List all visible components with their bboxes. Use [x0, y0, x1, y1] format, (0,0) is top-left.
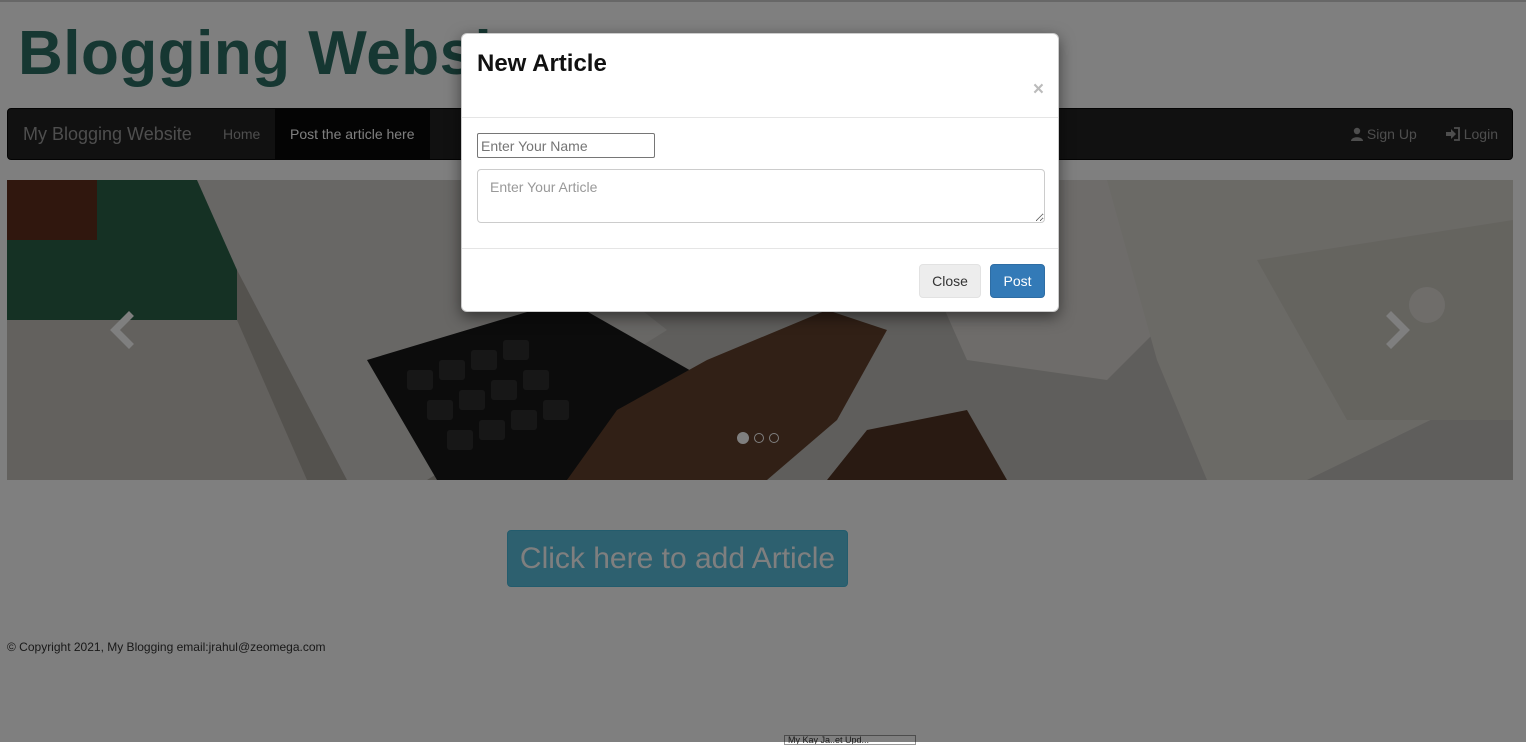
- name-input[interactable]: [477, 133, 655, 158]
- close-button[interactable]: Close: [919, 264, 981, 298]
- new-article-modal: New Article × Close Post: [461, 33, 1059, 312]
- modal-title: New Article: [477, 50, 607, 77]
- close-icon[interactable]: ×: [1033, 80, 1044, 100]
- modal-header: New Article ×: [462, 34, 1058, 118]
- post-button[interactable]: Post: [990, 264, 1045, 298]
- modal-footer: Close Post: [462, 248, 1058, 313]
- article-textarea[interactable]: [477, 169, 1045, 223]
